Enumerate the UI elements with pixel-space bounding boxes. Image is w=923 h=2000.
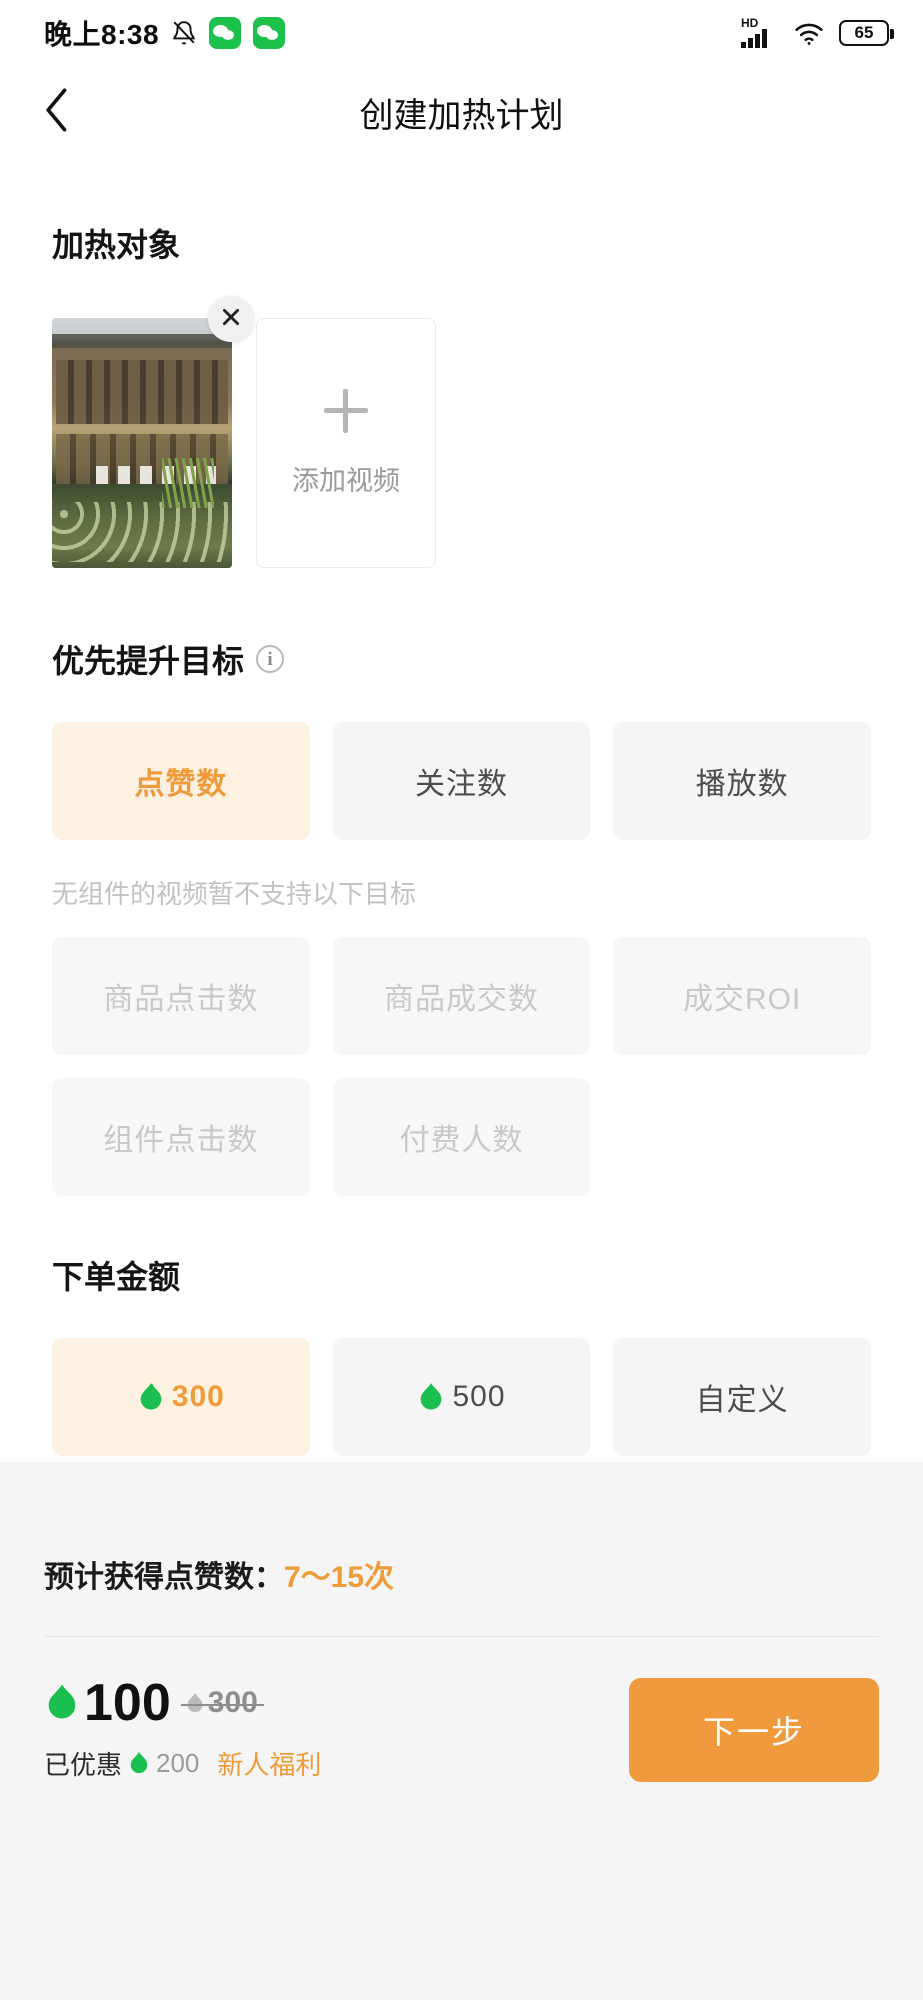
battery-level: 65 <box>854 23 874 42</box>
signal-bars-icon: HD <box>741 16 779 48</box>
amount-option-label: 500 <box>452 1380 506 1413</box>
signal-bars <box>741 28 767 48</box>
goal-option-label: 商品成交数 <box>383 983 539 1016</box>
original-price: 300 <box>207 1686 258 1719</box>
target-section-title: 加热对象 <box>52 220 871 266</box>
close-icon <box>220 306 242 333</box>
amount-option-500[interactable]: 500 <box>332 1338 591 1456</box>
goal-option-component-clicks: 组件点击数 <box>52 1078 310 1196</box>
app-screen: 晚上8:38 HD 65 创建加热计划 加热对象 添加视频 优先提升目标 i 点… <box>0 0 923 2000</box>
estimate-label: 预计获得点赞数： <box>44 1561 284 1594</box>
goal-option-product-clicks: 商品点击数 <box>52 937 310 1055</box>
info-icon[interactable]: i <box>256 645 285 673</box>
amount-section-label: 下单金额 <box>52 1259 181 1295</box>
goal-option-likes[interactable]: 点赞数 <box>52 722 310 840</box>
price-block: 100 300 已优惠 200 新人福利 <box>44 1677 321 1782</box>
add-video-button[interactable]: 添加视频 <box>256 318 436 568</box>
goal-option-paying-users: 付费人数 <box>332 1078 591 1196</box>
estimate-value: 7〜15次 <box>284 1561 395 1594</box>
goal-option-placeholder <box>613 1078 871 1196</box>
goal-option-label: 播放数 <box>695 768 789 801</box>
discount-tag: 新人福利 <box>217 1750 322 1780</box>
payment-row: 100 300 已优惠 200 新人福利 下一步 <box>44 1637 879 1782</box>
video-thumbnail-image <box>52 318 232 568</box>
discount-line: 已优惠 200 新人福利 <box>44 1745 321 1782</box>
green-coin-icon <box>128 1751 150 1776</box>
page-title: 创建加热计划 <box>359 96 564 135</box>
discount-value: 200 <box>156 1748 200 1778</box>
summary-panel: 预计获得点赞数： 7〜15次 100 300 已优惠 200 新人福利 下一步 <box>0 1506 923 1782</box>
main-content: 加热对象 添加视频 优先提升目标 i 点赞数 关注数 播放数 无组件的视频暂不支… <box>0 158 923 1462</box>
remove-video-button[interactable] <box>208 296 254 342</box>
goal-option-plays[interactable]: 播放数 <box>613 722 871 840</box>
green-coin-icon <box>137 1382 165 1413</box>
discount-label: 已优惠 <box>44 1750 123 1780</box>
disabled-goals-hint: 无组件的视频暂不支持以下目标 <box>52 879 417 909</box>
bell-muted-icon <box>171 20 197 46</box>
goal-option-label: 组件点击数 <box>103 1124 259 1157</box>
status-bar: 晚上8:38 HD 65 <box>0 0 923 66</box>
goal-section-label: 优先提升目标 <box>52 643 245 679</box>
goal-options-grid: 点赞数 关注数 播放数 <box>52 722 871 840</box>
goal-option-label: 关注数 <box>414 768 508 801</box>
wechat-icon <box>209 17 242 49</box>
disabled-goal-options-grid: 商品点击数 商品成交数 成交ROI 组件点击数 付费人数 <box>52 937 871 1196</box>
nav-bar: 创建加热计划 <box>0 66 923 158</box>
amount-option-label: 自定义 <box>695 1384 789 1417</box>
amount-options-grid: 300 500 自定义 <box>52 1338 871 1456</box>
price-line: 100 300 <box>44 1677 321 1729</box>
gray-coin-icon <box>185 1692 205 1715</box>
status-bar-left: 晚上8:38 <box>44 13 286 53</box>
status-bar-right: HD 65 <box>741 16 894 48</box>
back-button[interactable] <box>30 84 86 140</box>
original-price-block: 300 <box>180 1686 264 1720</box>
green-coin-icon <box>417 1382 445 1413</box>
add-video-label: 添加视频 <box>292 465 400 496</box>
estimate-row: 预计获得点赞数： 7〜15次 <box>44 1506 879 1636</box>
amount-option-custom[interactable]: 自定义 <box>613 1338 871 1456</box>
amount-option-label: 300 <box>171 1380 225 1413</box>
next-step-button[interactable]: 下一步 <box>629 1677 879 1782</box>
goal-section-title: 优先提升目标 i <box>52 636 871 682</box>
goal-option-roi: 成交ROI <box>613 937 871 1055</box>
media-row: 添加视频 <box>52 296 871 568</box>
selected-video-thumbnail[interactable] <box>52 296 254 568</box>
status-time: 晚上8:38 <box>44 19 160 50</box>
battery-icon: 65 <box>839 20 894 46</box>
green-coin-icon <box>44 1683 80 1723</box>
goal-option-label: 付费人数 <box>399 1124 524 1157</box>
goal-option-label: 点赞数 <box>134 768 228 801</box>
target-section-label: 加热对象 <box>52 227 181 263</box>
wifi-icon <box>793 20 825 46</box>
current-price: 100 <box>84 1674 171 1732</box>
goal-option-product-orders: 商品成交数 <box>332 937 591 1055</box>
goal-option-label: 商品点击数 <box>103 983 259 1016</box>
goal-option-label: 成交ROI <box>682 983 802 1016</box>
wechat-icon <box>253 17 286 49</box>
amount-section-title: 下单金额 <box>52 1252 871 1298</box>
chevron-left-icon <box>43 87 73 138</box>
amount-option-300[interactable]: 300 <box>52 1338 310 1456</box>
plus-icon <box>324 388 368 433</box>
goal-option-follows[interactable]: 关注数 <box>332 722 591 840</box>
